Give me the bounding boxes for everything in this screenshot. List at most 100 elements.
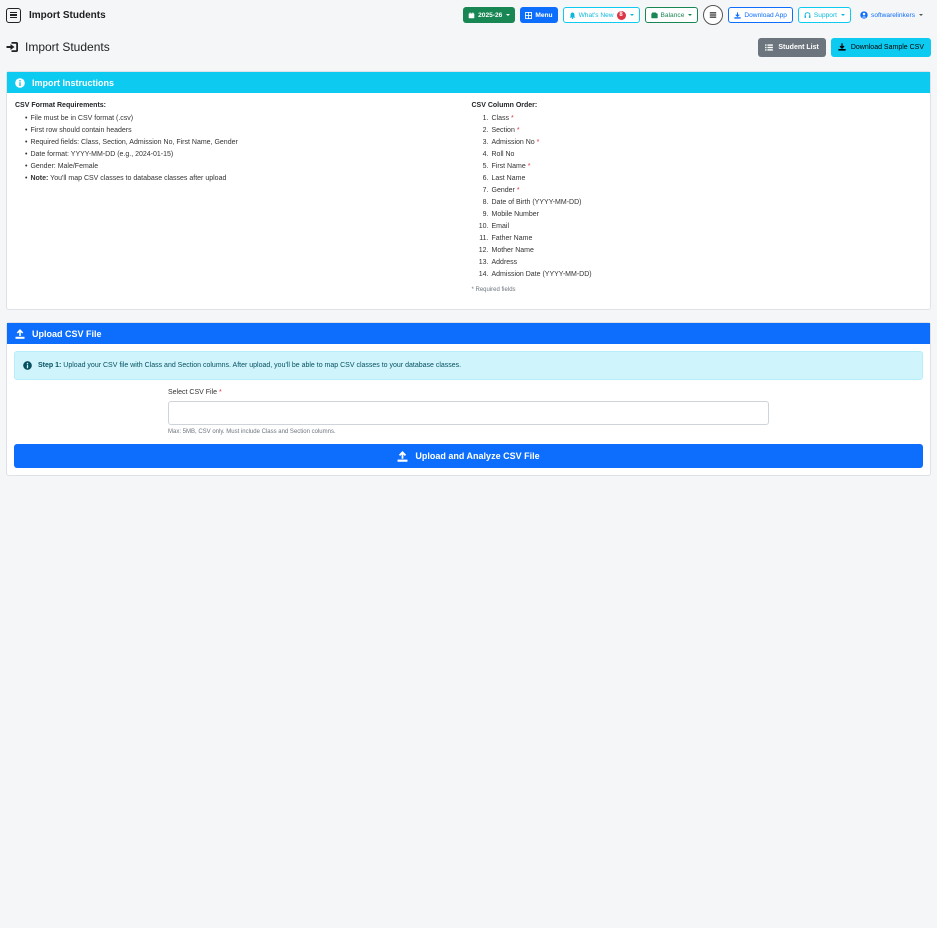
topbar-actions: 2025-26 Menu What's New 8 Balance Downlo…: [463, 5, 931, 25]
download-sample-csv-button[interactable]: Download Sample CSV: [830, 37, 931, 57]
column-order-item: 2. Section *: [476, 125, 923, 137]
column-order-item: 14. Admission Date (YYYY-MM-DD): [476, 269, 923, 281]
headset-icon: [804, 11, 811, 18]
top-navbar: Import Students 2025-26 Menu What's New …: [0, 0, 937, 30]
file-form: Select CSV File * Max: 5MB, CSV only. Mu…: [168, 389, 769, 435]
column-order-item: 1. Class *: [476, 113, 923, 125]
apps-menu-button[interactable]: [703, 5, 724, 25]
chevron-down-icon: [919, 14, 923, 16]
column-number: 9.: [482, 211, 489, 218]
column-order-item: 13. Address: [476, 257, 923, 269]
column-order-item: 12. Mother Name: [476, 245, 923, 257]
column-order-item: 5. First Name *: [476, 161, 923, 173]
user-name: softwarelinkers: [871, 11, 915, 19]
column-name: Admission No: [491, 139, 535, 146]
instructions-title: Import Instructions: [32, 77, 115, 88]
chevron-down-icon: [688, 14, 693, 16]
column-number: 7.: [482, 187, 489, 194]
column-number: 6.: [482, 175, 489, 182]
list-icon: [765, 43, 774, 51]
support-dropdown[interactable]: Support: [797, 7, 852, 23]
column-name: Mother Name: [491, 247, 534, 254]
download-icon: [838, 43, 846, 51]
column-name: Section: [491, 127, 515, 134]
column-order-item: 10. Email: [476, 221, 923, 233]
grid-icon: [525, 11, 533, 19]
column-name: Date of Birth (YYYY-MM-DD): [491, 199, 582, 206]
required-star: *: [218, 389, 222, 396]
step-text-wrap: Step 1: Upload your CSV file with Class …: [38, 362, 461, 369]
requirement-item: Required fields: Class, Section, Admissi…: [25, 137, 466, 149]
download-sample-label: Download Sample CSV: [850, 43, 924, 51]
list-icon: [710, 12, 717, 18]
support-label: Support: [813, 11, 838, 19]
file-field-label: Select CSV File *: [168, 389, 769, 396]
chevron-down-icon: [841, 14, 846, 16]
required-star: *: [510, 115, 514, 122]
menu-button[interactable]: Menu: [520, 7, 558, 23]
sidebar-toggle-icon[interactable]: [6, 7, 21, 23]
student-list-button[interactable]: Student List: [758, 37, 826, 57]
column-order-item: 3. Admission No *: [476, 137, 923, 149]
session-dropdown[interactable]: 2025-26: [463, 7, 516, 23]
page-actions: Student List Download Sample CSV: [758, 37, 931, 57]
column-order-title: CSV Column Order:: [471, 102, 538, 109]
info-circle-icon: [23, 361, 32, 370]
download-app-button[interactable]: Download App: [728, 7, 793, 23]
csv-file-input[interactable]: [168, 401, 769, 425]
upload-icon: [15, 328, 25, 339]
upload-icon: [397, 450, 408, 462]
student-list-label: Student List: [778, 43, 819, 51]
column-name: Gender: [491, 187, 515, 194]
required-star: *: [527, 163, 531, 170]
column-number: 13.: [478, 259, 489, 266]
bell-icon: [569, 12, 575, 19]
column-name: Last Name: [491, 175, 526, 182]
upload-header: Upload CSV File: [7, 323, 930, 344]
requirements-title: CSV Format Requirements:: [15, 102, 107, 109]
column-name: Admission Date (YYYY-MM-DD): [491, 271, 592, 278]
step-alert: Step 1: Upload your CSV file with Class …: [14, 351, 923, 380]
column-order-column: CSV Column Order: 1. Class * 2. Section * 3.…: [466, 102, 923, 301]
whats-new-dropdown[interactable]: What's New 8: [562, 7, 640, 23]
upload-csv-card: Upload CSV File Step 1: Upload your CSV …: [6, 322, 931, 476]
column-number: 2.: [482, 127, 489, 134]
instructions-body: CSV Format Requirements: File must be in…: [7, 93, 930, 309]
upload-title: Upload CSV File: [32, 328, 102, 339]
chevron-down-icon: [506, 14, 511, 16]
requirement-note: Note: You'll map CSV classes to database…: [25, 173, 466, 185]
column-number: 3.: [482, 139, 489, 146]
column-name: Class: [491, 115, 510, 122]
requirement-item: Gender: Male/Female: [25, 161, 466, 173]
chevron-down-icon: [629, 14, 634, 16]
download-app-label: Download App: [744, 11, 787, 19]
balance-dropdown[interactable]: Balance: [644, 7, 699, 23]
column-order-item: 11. Father Name: [476, 233, 923, 245]
requirement-item: First row should contain headers: [25, 125, 466, 137]
note-label: Note:: [30, 175, 49, 182]
upload-analyze-label: Upload and Analyze CSV File: [415, 451, 540, 461]
column-name: Email: [491, 223, 510, 230]
whats-new-label: What's New: [578, 11, 614, 19]
column-order-item: 8. Date of Birth (YYYY-MM-DD): [476, 197, 923, 209]
upload-analyze-button[interactable]: Upload and Analyze CSV File: [14, 444, 923, 468]
page-header: Import Students Student List Download Sa…: [0, 32, 937, 62]
balance-label: Balance: [660, 11, 685, 19]
user-menu[interactable]: softwarelinkers: [856, 11, 931, 19]
column-number: 8.: [482, 199, 489, 206]
column-number: 14.: [478, 271, 489, 278]
requirement-item: File must be in CSV format (.csv): [25, 113, 466, 125]
session-label: 2025-26: [478, 11, 503, 19]
notification-badge: 8: [616, 10, 626, 20]
column-order-item: 6. Last Name: [476, 173, 923, 185]
note-text: You'll map CSV classes to database class…: [50, 175, 227, 182]
column-number: 12.: [478, 247, 489, 254]
import-instructions-card: Import Instructions CSV Format Requireme…: [6, 71, 931, 310]
column-order-item: 4. Roll No: [476, 149, 923, 161]
required-star: *: [536, 139, 540, 146]
file-help-text: Max: 5MB, CSV only. Must include Class a…: [168, 429, 336, 435]
requirements-column: CSV Format Requirements: File must be in…: [15, 102, 466, 301]
info-circle-icon: [15, 77, 25, 88]
page-title-text: Import Students: [25, 40, 110, 54]
required-star: *: [516, 187, 520, 194]
